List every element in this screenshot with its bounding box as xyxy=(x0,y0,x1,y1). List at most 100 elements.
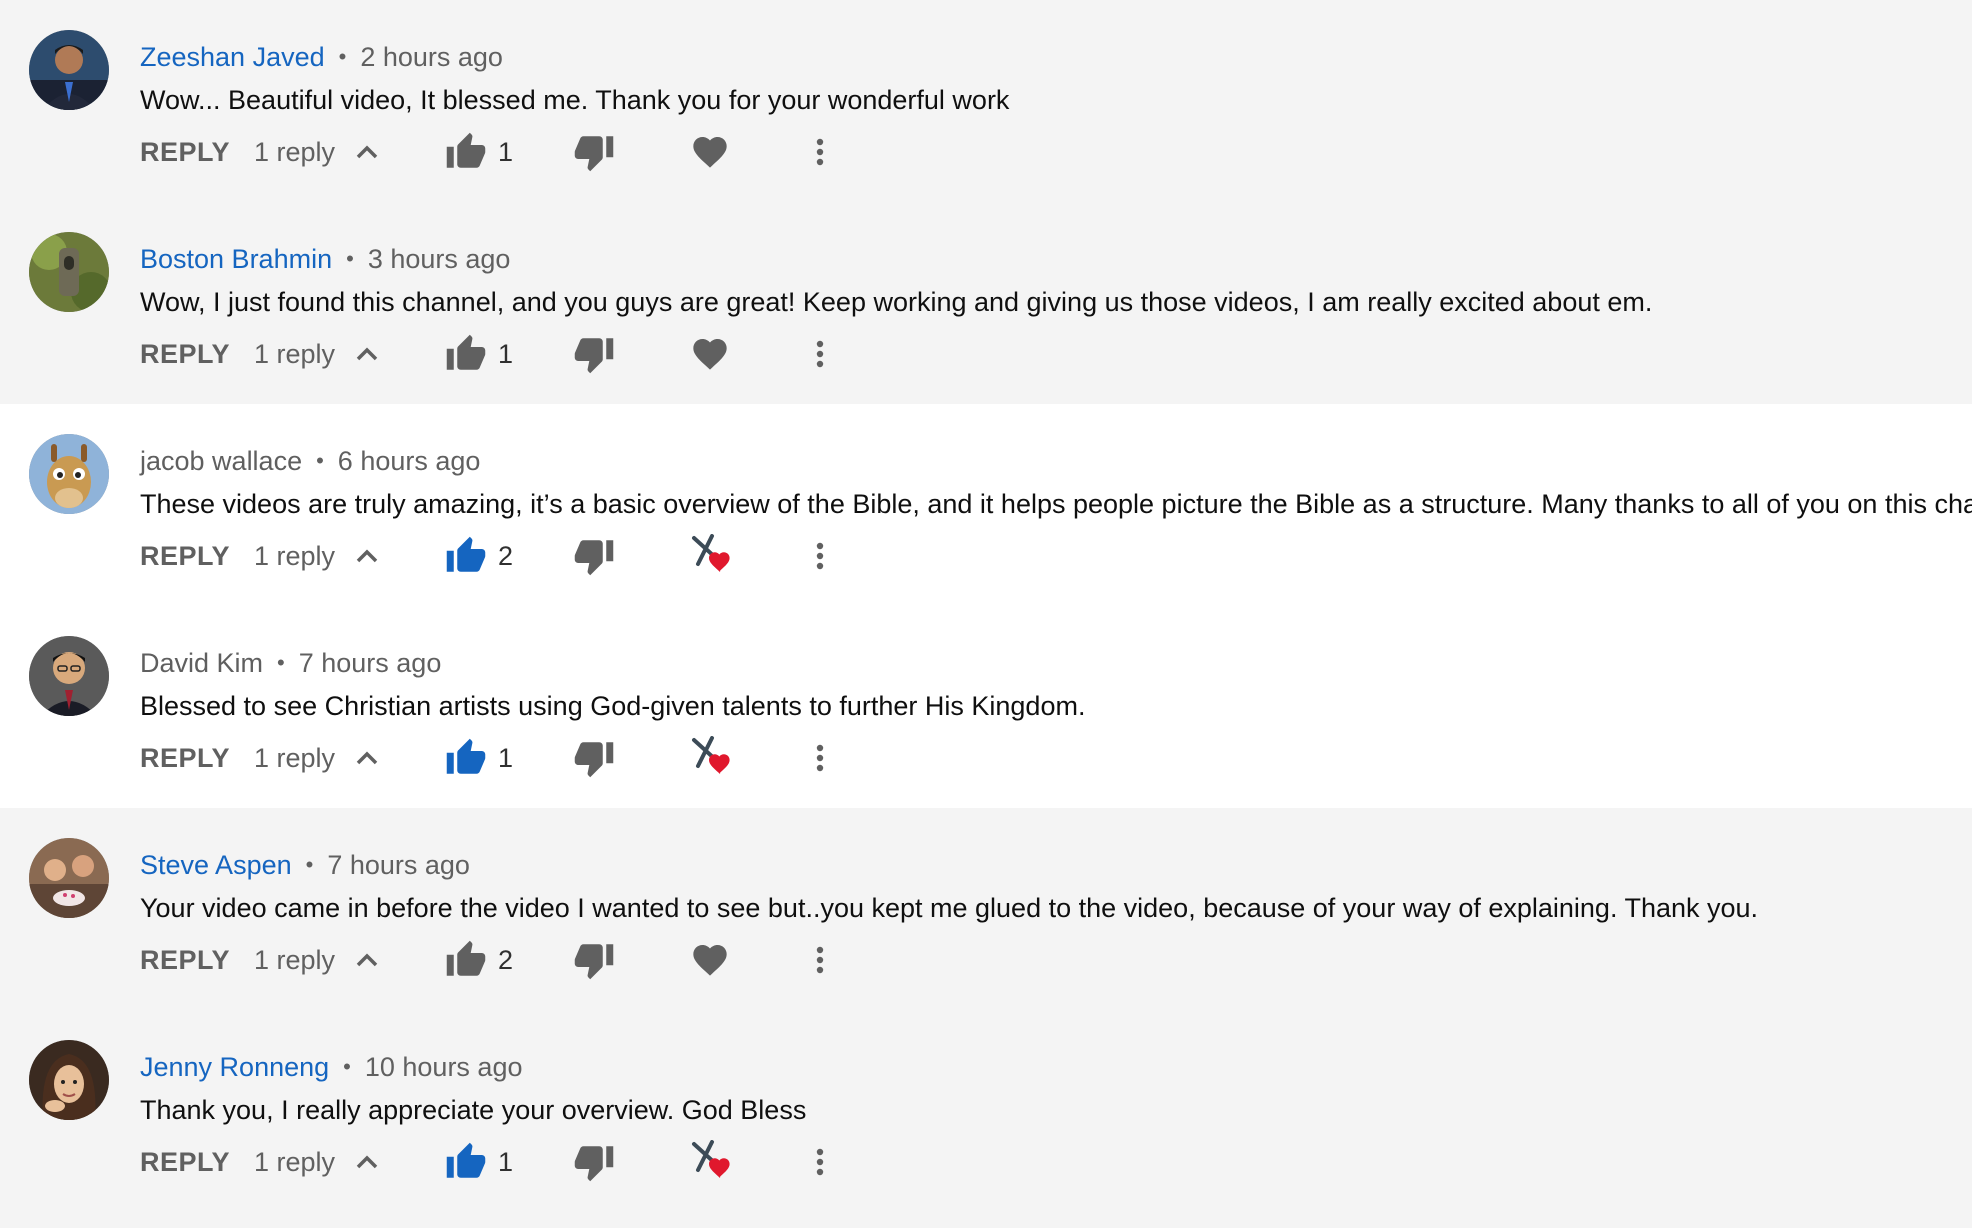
avatar[interactable] xyxy=(29,1040,109,1120)
more-vert-icon[interactable] xyxy=(810,938,830,982)
avatar[interactable] xyxy=(29,838,109,918)
comment-item: Steve Aspen • 7 hours ago Your video came … xyxy=(0,808,1972,1010)
comment-thread-group: jacob wallace • 6 hours ago These videos a… xyxy=(0,404,1972,808)
comment-thread-group: Zeeshan Javed • 2 hours ago Wow... Beautif… xyxy=(0,0,1972,404)
comment-item: Jenny Ronneng • 10 hours ago Thank you, I … xyxy=(0,1010,1972,1212)
author-name[interactable]: Steve Aspen xyxy=(140,850,292,880)
separator-dot: • xyxy=(305,852,314,877)
heart-icon[interactable] xyxy=(690,130,730,174)
reply-button[interactable]: REPLY xyxy=(140,736,230,780)
comment-timestamp[interactable]: 3 hours ago xyxy=(368,244,511,274)
creator-heart-icon[interactable] xyxy=(690,534,740,578)
reply-button[interactable]: REPLY xyxy=(140,1140,230,1184)
comment-item: jacob wallace • 6 hours ago These videos a… xyxy=(0,404,1972,606)
comment-item: David Kim • 7 hours ago Blessed to see Chr… xyxy=(0,606,1972,808)
separator-dot: • xyxy=(346,246,354,271)
heart-icon[interactable] xyxy=(690,938,730,982)
like-count: 2 xyxy=(498,541,514,571)
chevron-up-icon[interactable] xyxy=(353,332,381,376)
thumbs-down-icon[interactable] xyxy=(573,1140,615,1184)
comment-item: Boston Brahmin • 3 hours ago Wow, I just f… xyxy=(0,202,1972,404)
comment-header: jacob wallace • 6 hours ago xyxy=(140,444,480,478)
comment-timestamp[interactable]: 10 hours ago xyxy=(365,1052,523,1082)
like-count: 2 xyxy=(498,945,514,975)
more-vert-icon[interactable] xyxy=(810,736,830,780)
chevron-up-icon[interactable] xyxy=(353,1140,381,1184)
thumbs-down-icon[interactable] xyxy=(573,938,615,982)
comment-timestamp[interactable]: 6 hours ago xyxy=(338,446,481,476)
comment-text: Wow, I just found this channel, and you … xyxy=(140,287,1653,317)
comment-text: Wow... Beautiful video, It blessed me. T… xyxy=(140,85,1010,115)
separator-dot: • xyxy=(343,1054,351,1079)
author-name[interactable]: Jenny Ronneng xyxy=(140,1052,329,1082)
separator-dot: • xyxy=(277,650,285,675)
author-name[interactable]: Zeeshan Javed xyxy=(140,42,325,72)
view-replies-link[interactable]: 1 reply xyxy=(254,332,335,376)
like-count: 1 xyxy=(498,1147,514,1177)
comment-list: Zeeshan Javed • 2 hours ago Wow... Beautif… xyxy=(0,0,1972,1228)
more-vert-icon[interactable] xyxy=(810,534,830,578)
comment-header: Boston Brahmin • 3 hours ago xyxy=(140,242,510,276)
separator-dot: • xyxy=(316,448,324,473)
thumbs-up-icon[interactable] xyxy=(445,534,487,578)
view-replies-link[interactable]: 1 reply xyxy=(254,534,335,578)
comment-actions: REPLY 1 reply 2 xyxy=(140,938,860,982)
like-count: 1 xyxy=(498,137,514,167)
thumbs-down-icon[interactable] xyxy=(573,332,615,376)
chevron-up-icon[interactable] xyxy=(353,130,381,174)
comment-actions: REPLY 1 reply 1 xyxy=(140,332,860,376)
avatar[interactable] xyxy=(29,434,109,514)
comment-thread-group: Steve Aspen • 7 hours ago Your video came … xyxy=(0,808,1972,1212)
more-vert-icon[interactable] xyxy=(810,1140,830,1184)
thumbs-down-icon[interactable] xyxy=(573,736,615,780)
comment-header: Zeeshan Javed • 2 hours ago xyxy=(140,40,503,74)
comment-text: Your video came in before the video I wa… xyxy=(140,893,1759,923)
comment-actions: REPLY 1 reply 1 xyxy=(140,130,860,174)
comment-text: Thank you, I really appreciate your over… xyxy=(140,1095,807,1125)
comment-text: Blessed to see Christian artists using G… xyxy=(140,691,1086,721)
comment-timestamp[interactable]: 7 hours ago xyxy=(299,648,442,678)
view-replies-link[interactable]: 1 reply xyxy=(254,1140,335,1184)
comment-actions: REPLY 1 reply 1 xyxy=(140,736,860,780)
view-replies-link[interactable]: 1 reply xyxy=(254,130,335,174)
chevron-up-icon[interactable] xyxy=(353,736,381,780)
comment-header: Jenny Ronneng • 10 hours ago xyxy=(140,1050,522,1084)
thumbs-down-icon[interactable] xyxy=(573,130,615,174)
reply-button[interactable]: REPLY xyxy=(140,332,230,376)
separator-dot: • xyxy=(338,44,347,69)
avatar[interactable] xyxy=(29,636,109,716)
creator-heart-icon[interactable] xyxy=(690,1140,740,1184)
thumbs-up-icon[interactable] xyxy=(445,736,487,780)
thumbs-up-icon[interactable] xyxy=(445,332,487,376)
like-count: 1 xyxy=(498,339,514,369)
thumbs-up-icon[interactable] xyxy=(445,938,487,982)
comment-header: Steve Aspen • 7 hours ago xyxy=(140,848,470,882)
thumbs-up-icon[interactable] xyxy=(445,1140,487,1184)
chevron-up-icon[interactable] xyxy=(353,534,381,578)
author-name[interactable]: David Kim xyxy=(140,648,263,678)
comment-timestamp[interactable]: 2 hours ago xyxy=(360,42,503,72)
chevron-up-icon[interactable] xyxy=(353,938,381,982)
comment-item: Zeeshan Javed • 2 hours ago Wow... Beautif… xyxy=(0,0,1972,202)
view-replies-link[interactable]: 1 reply xyxy=(254,938,335,982)
creator-heart-icon[interactable] xyxy=(690,736,740,780)
reply-button[interactable]: REPLY xyxy=(140,534,230,578)
avatar[interactable] xyxy=(29,232,109,312)
author-name[interactable]: jacob wallace xyxy=(140,446,302,476)
heart-icon[interactable] xyxy=(690,332,730,376)
reply-button[interactable]: REPLY xyxy=(140,938,230,982)
avatar[interactable] xyxy=(29,30,109,110)
thumbs-down-icon[interactable] xyxy=(573,534,615,578)
more-vert-icon[interactable] xyxy=(810,332,830,376)
thumbs-up-icon[interactable] xyxy=(445,130,487,174)
author-name[interactable]: Boston Brahmin xyxy=(140,244,332,274)
like-count: 1 xyxy=(498,743,514,773)
comment-actions: REPLY 1 reply 2 xyxy=(140,534,860,578)
comment-text: These videos are truly amazing, it’s a b… xyxy=(140,489,1972,519)
comment-timestamp[interactable]: 7 hours ago xyxy=(327,850,470,880)
more-vert-icon[interactable] xyxy=(810,130,830,174)
reply-button[interactable]: REPLY xyxy=(140,130,230,174)
comment-actions: REPLY 1 reply 1 xyxy=(140,1140,860,1184)
view-replies-link[interactable]: 1 reply xyxy=(254,736,335,780)
comment-header: David Kim • 7 hours ago xyxy=(140,646,441,680)
